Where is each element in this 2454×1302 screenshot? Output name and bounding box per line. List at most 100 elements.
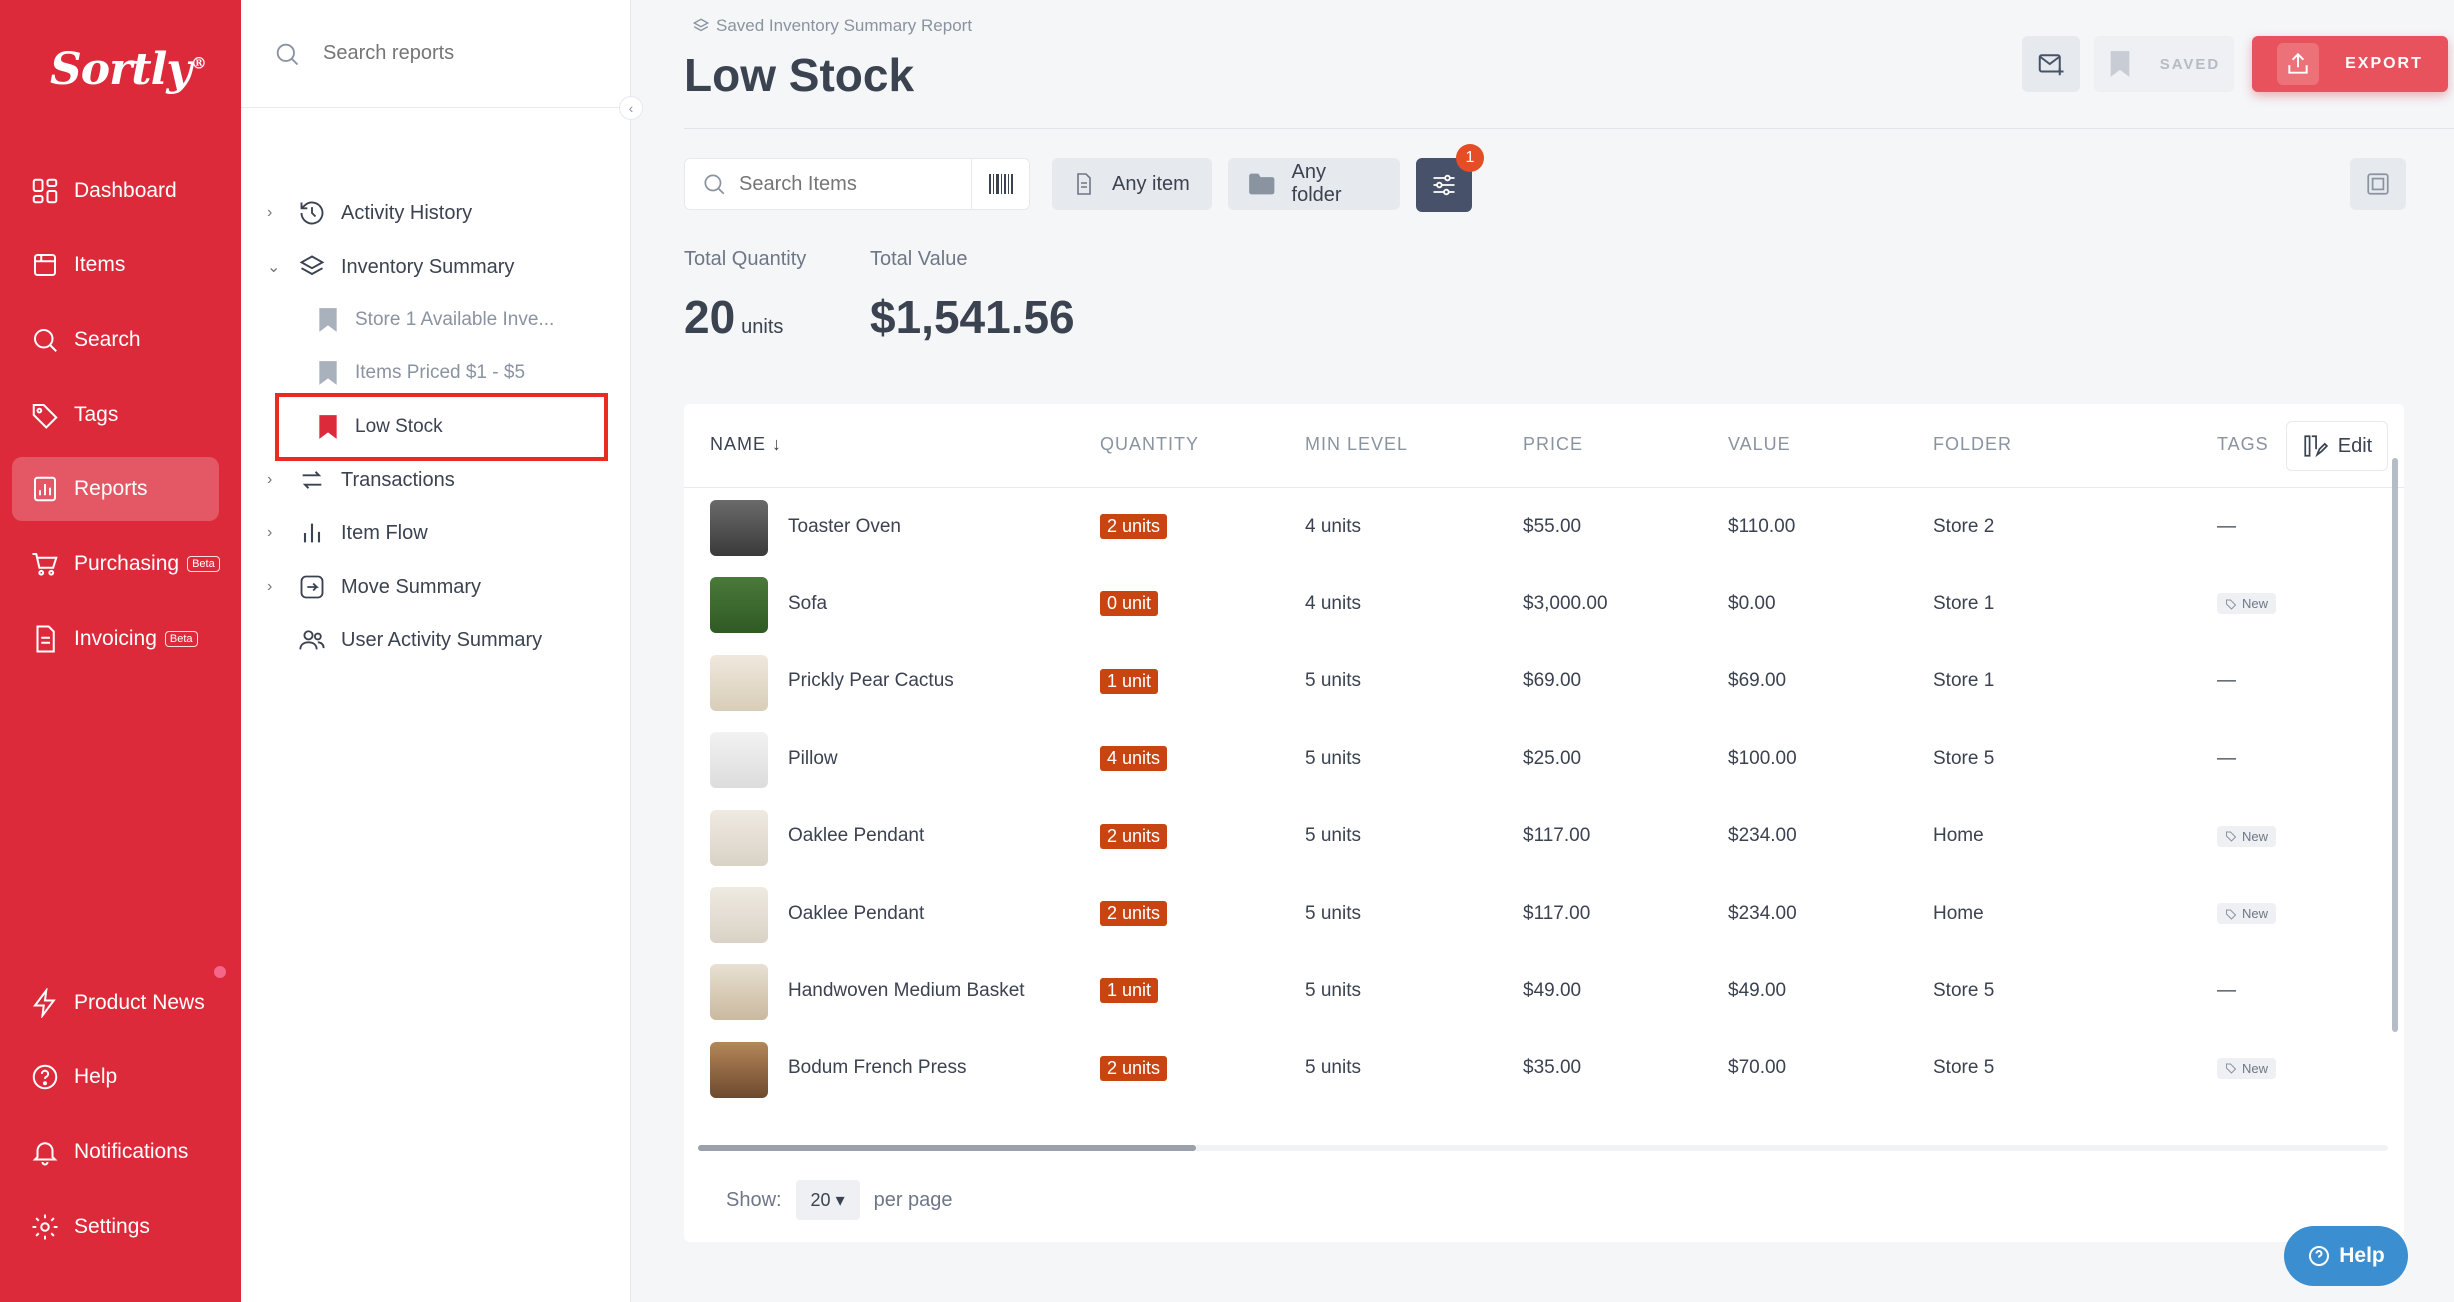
item-name[interactable]: Prickly Pear Cactus <box>788 643 954 720</box>
nav-items[interactable]: Items <box>12 233 219 297</box>
users-icon <box>299 630 325 650</box>
nav-items-label: Items <box>74 253 126 276</box>
item-name[interactable]: Sofa <box>788 565 827 642</box>
subscribe-email-button[interactable] <box>2022 36 2080 92</box>
main-nav: Sortly® Dashboard Items Search Tags Repo… <box>0 0 241 1302</box>
col-min-level[interactable]: MIN LEVEL <box>1305 434 1408 455</box>
col-quantity[interactable]: QUANTITY <box>1100 434 1199 455</box>
tree-move-summary[interactable]: › Move Summary <box>241 564 631 610</box>
cell-folder: Store 2 <box>1933 515 1995 537</box>
item-thumbnail[interactable] <box>710 1041 768 1098</box>
item-thumbnail[interactable] <box>710 500 768 556</box>
reports-search-input[interactable] <box>323 42 583 65</box>
chevron-right-icon[interactable]: › <box>267 204 297 222</box>
barcode-scan-button[interactable] <box>971 159 1029 209</box>
table-row[interactable]: Prickly Pear Cactus 1 unit 5 units $69.00 $6… <box>684 643 2384 720</box>
search-icon <box>704 174 725 195</box>
view-toggle-button[interactable] <box>2350 158 2406 210</box>
table-row[interactable]: Pillow 4 units 5 units $25.00 $100.00 Store 5… <box>684 720 2384 797</box>
sortly-logo[interactable]: Sortly® <box>50 44 207 95</box>
table-row[interactable]: Toaster Oven 2 units 4 units $55.00 $110.00 S… <box>684 488 2384 565</box>
cell-price: $35.00 <box>1523 1057 1582 1079</box>
table-row[interactable]: Sofa 0 unit 4 units $3,000.00 $0.00 Store 1 Ne… <box>684 565 2384 642</box>
nav-tags[interactable]: Tags <box>12 383 219 447</box>
col-folder[interactable]: FOLDER <box>1933 434 2012 455</box>
nav-settings[interactable]: Settings <box>12 1195 219 1259</box>
export-button[interactable]: EXPORT <box>2252 36 2448 92</box>
saved-report-label: Store 1 Available Inve... <box>355 309 555 330</box>
tree-activity-history[interactable]: › Activity History <box>241 190 631 236</box>
tree-inventory-summary[interactable]: ⌄ Inventory Summary <box>241 244 631 290</box>
horizontal-scrollbar[interactable] <box>698 1145 1196 1151</box>
item-name[interactable]: Toaster Oven <box>788 488 901 565</box>
vertical-scrollbar[interactable] <box>2392 458 2398 1032</box>
cell-folder: Home <box>1933 825 1984 847</box>
chevron-right-icon[interactable]: › <box>267 524 297 542</box>
item-name[interactable]: Handwoven Medium Basket <box>788 952 1025 1029</box>
saved-button[interactable]: SAVED <box>2094 36 2234 92</box>
table-row[interactable]: Bodum French Press 2 units 5 units $35.00 $7… <box>684 1030 2384 1107</box>
cart-icon <box>32 553 58 576</box>
table-row[interactable]: Handwoven Medium Basket 1 unit 5 units $49.… <box>684 952 2384 1029</box>
cell-tags: — <box>2217 515 2236 537</box>
item-name[interactable]: Oaklee Pendant <box>788 875 924 952</box>
breadcrumb[interactable]: Saved Inventory Summary Report <box>692 16 972 36</box>
table-row[interactable]: Oaklee Pendant 2 units 5 units $117.00 $234.… <box>684 798 2384 875</box>
col-price[interactable]: PRICE <box>1523 434 1583 455</box>
table-row[interactable]: Oaklee Pendant 2 units 5 units $117.00 $234.… <box>684 875 2384 952</box>
items-icon <box>34 254 56 276</box>
item-thumbnail[interactable] <box>710 577 768 634</box>
item-thumbnail[interactable] <box>710 964 768 1021</box>
history-icon <box>300 201 324 225</box>
saved-report-items-priced[interactable]: Items Priced $1 - $5 <box>241 350 631 396</box>
bar-chart-icon <box>303 523 321 543</box>
item-thumbnail[interactable] <box>710 887 768 943</box>
nav-purchasing[interactable]: Purchasing Beta <box>12 532 220 596</box>
tree-transactions[interactable]: › Transactions <box>241 457 631 503</box>
table-header: NAME ↓ QUANTITY MIN LEVEL PRICE VALUE FO… <box>684 404 2404 488</box>
col-name[interactable]: NAME ↓ <box>710 434 782 455</box>
nav-help[interactable]: Help <box>12 1045 219 1109</box>
item-name[interactable]: Bodum French Press <box>788 1030 966 1107</box>
show-label: Show: <box>726 1188 782 1211</box>
tag-chip[interactable]: New <box>2217 903 2277 924</box>
cell-quantity: 1 unit <box>1100 952 1159 1029</box>
nav-notifications[interactable]: Notifications <box>12 1120 219 1184</box>
item-thumbnail[interactable] <box>710 809 768 866</box>
table-body: Toaster Oven 2 units 4 units $55.00 $110.00 S… <box>684 488 2384 1138</box>
nav-product-news[interactable]: Product News <box>12 971 219 1035</box>
any-item-filter[interactable]: Any item <box>1052 158 1212 210</box>
chevron-right-icon[interactable]: › <box>267 471 297 489</box>
tree-label: User Activity Summary <box>341 628 543 651</box>
any-folder-filter[interactable]: Any folder <box>1228 158 1400 210</box>
edit-columns-button[interactable]: Edit <box>2286 421 2388 471</box>
tree-item-flow[interactable]: › Item Flow <box>241 510 631 556</box>
nav-reports[interactable]: Reports <box>12 457 219 521</box>
help-chat-button[interactable]: Help <box>2284 1226 2408 1286</box>
nav-invoicing[interactable]: Invoicing Beta <box>12 607 219 671</box>
tag-chip[interactable]: New <box>2217 1057 2277 1079</box>
nav-dashboard[interactable]: Dashboard <box>12 159 219 223</box>
item-thumbnail[interactable] <box>710 732 768 789</box>
item-name[interactable]: Pillow <box>788 720 838 797</box>
tag-chip[interactable]: New <box>2217 593 2277 615</box>
tree-user-activity-summary[interactable]: User Activity Summary <box>241 617 631 663</box>
nav-search[interactable]: Search <box>12 308 219 372</box>
item-thumbnail[interactable] <box>710 654 768 711</box>
per-page-select[interactable]: 20 ▾ <box>795 1180 860 1220</box>
chevron-right-icon[interactable]: › <box>267 578 297 596</box>
item-name[interactable]: Oaklee Pendant <box>788 798 924 875</box>
cell-value: $234.00 <box>1728 902 1797 924</box>
col-value[interactable]: VALUE <box>1728 434 1791 455</box>
bookmark-icon <box>2110 51 2130 77</box>
tag-chip[interactable]: New <box>2217 825 2277 847</box>
cell-folder: Store 5 <box>1933 1057 1995 1079</box>
saved-report-store-1[interactable]: Store 1 Available Inve... <box>241 297 631 343</box>
tag-icon <box>2226 909 2237 920</box>
chevron-down-icon[interactable]: ⌄ <box>267 257 297 277</box>
transactions-icon <box>302 471 322 489</box>
search-items-input[interactable] <box>739 172 969 196</box>
col-tags[interactable]: TAGS <box>2217 434 2269 455</box>
move-icon <box>300 575 324 599</box>
tree-label: Transactions <box>341 468 455 491</box>
